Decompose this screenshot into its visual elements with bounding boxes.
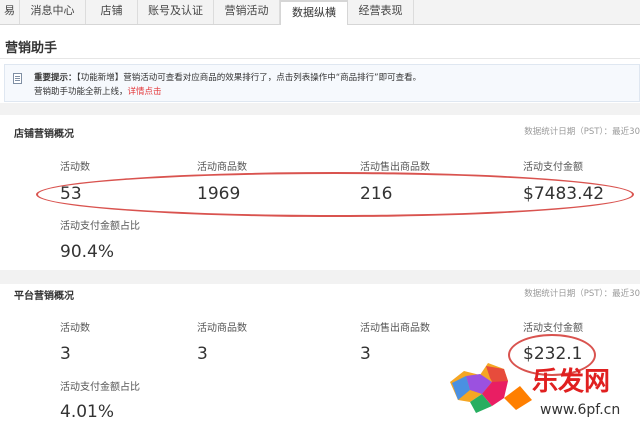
tab-account-auth[interactable]: 账号及认证 — [138, 0, 214, 24]
metric-label-activity-products: 活动商品数 — [197, 162, 247, 173]
metric-value-payment-ratio: 4.01% — [60, 402, 115, 422]
tab-easy[interactable]: 易 — [0, 0, 20, 24]
metric-label-payment-amount: 活动支付金额 — [523, 162, 583, 173]
tab-business-performance[interactable]: 经营表现 — [348, 0, 414, 24]
section-gap — [0, 270, 640, 284]
metric-label-activities: 活动数 — [60, 323, 90, 334]
notice-prefix: 重要提示： — [34, 73, 77, 83]
details-link[interactable]: 详情点击 — [128, 87, 162, 97]
divider — [0, 58, 640, 59]
metric-label-payment-ratio: 活动支付金额占比 — [60, 382, 140, 393]
tab-message-center[interactable]: 消息中心 — [20, 0, 86, 24]
date-range-text: 数据统计日期（PST）：最近30 — [524, 127, 640, 137]
metric-value-payment-ratio: 90.4% — [60, 242, 115, 262]
metric-value-activity-products: 3 — [197, 344, 208, 364]
top-tab-bar: 易 消息中心 店铺 账号及认证 营销活动 数据纵横 经营表现 — [0, 0, 640, 25]
metric-label-activity-products: 活动商品数 — [197, 323, 247, 334]
svg-text:乐发网: 乐发网 — [532, 366, 610, 397]
section-title: 平台营销概况 — [14, 291, 74, 302]
metric-label-payment-ratio: 活动支付金额占比 — [60, 221, 140, 232]
tab-data-insights[interactable]: 数据纵横 — [280, 0, 348, 25]
metric-value-activities: 3 — [60, 344, 71, 364]
site-watermark: 乐发网 www.6pf.cn — [446, 356, 640, 419]
metric-value-sold-products: 3 — [360, 344, 371, 364]
tab-store[interactable]: 店铺 — [86, 0, 138, 24]
notice-text-2: 营销助手功能全新上线， — [34, 87, 128, 97]
svg-text:www.6pf.cn: www.6pf.cn — [540, 402, 620, 418]
metric-label-sold-products: 活动售出商品数 — [360, 162, 430, 173]
notice-line-1: 重要提示：【功能新增】营销活动可查看对应商品的效果排行了，点击列表操作中“商品排… — [34, 71, 421, 83]
page-title: 营销助手 — [5, 41, 58, 56]
watermark-logo-icon: 乐发网 www.6pf.cn — [450, 363, 620, 418]
annotation-ellipse-store — [36, 172, 634, 217]
document-icon — [13, 73, 22, 84]
date-range-text: 数据统计日期（PST）：最近30 — [524, 289, 640, 299]
section-title: 店铺营销概况 — [14, 129, 74, 140]
tab-marketing-activities[interactable]: 营销活动 — [214, 0, 280, 24]
metric-label-sold-products: 活动售出商品数 — [360, 323, 430, 334]
notice-text: 【功能新增】营销活动可查看对应商品的效果排行了，点击列表操作中“商品排行”即可查… — [76, 73, 422, 83]
metric-label-payment-amount: 活动支付金额 — [523, 323, 583, 334]
metric-label-activities: 活动数 — [60, 162, 90, 173]
notice-line-2: 营销助手功能全新上线，详情点击 — [34, 85, 162, 97]
section-gap — [0, 103, 640, 115]
notice-banner: 重要提示：【功能新增】营销活动可查看对应商品的效果排行了，点击列表操作中“商品排… — [4, 64, 640, 102]
